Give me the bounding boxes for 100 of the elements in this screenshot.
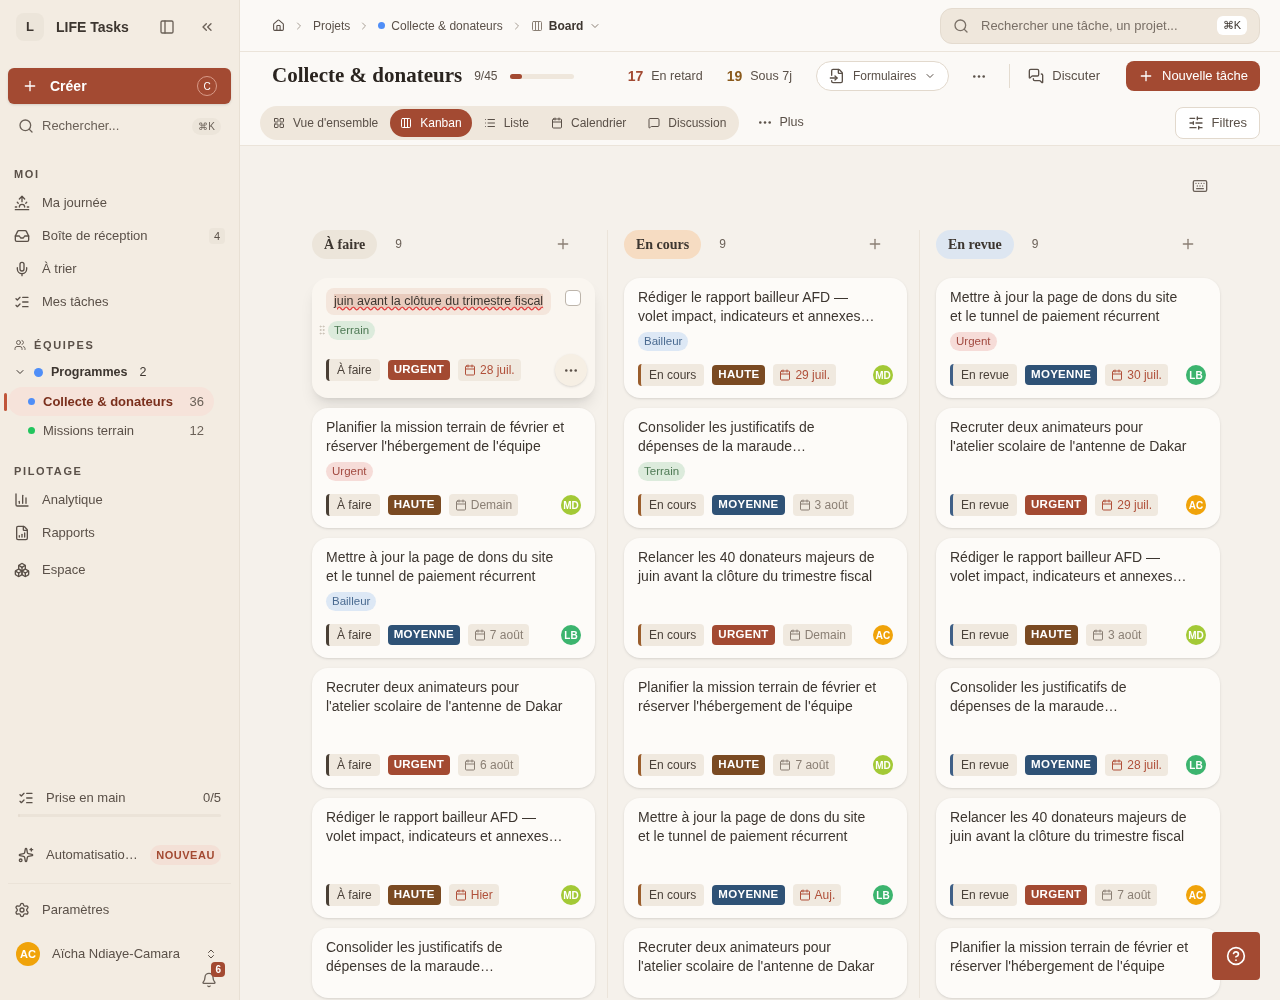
nav-item[interactable]: À trier	[8, 252, 231, 286]
nav-item[interactable]: Espace	[8, 549, 231, 590]
avatar: MD	[1186, 625, 1206, 645]
task-card[interactable]: Planifier la mission terrain de février et réserver l'hébergement de l'équipe Urgent À faire HAUTE Demain MD	[312, 408, 595, 528]
add-card-icon[interactable]	[867, 236, 883, 252]
task-card[interactable]: Planifier la mission terrain de février et réserver l'hébergement de l'équipe En cours HAUTE 7 août MD	[624, 668, 907, 788]
stat-value: 17	[627, 66, 644, 86]
view-tab[interactable]: Vue d'ensemble	[263, 108, 389, 137]
nav-icon	[14, 561, 30, 578]
more-icon[interactable]	[973, 74, 986, 78]
more-views-button[interactable]: Plus	[759, 113, 804, 132]
sidebar-search[interactable]: Rechercher... ⌘K	[8, 108, 231, 144]
priority-badge: URGENT	[387, 755, 450, 775]
task-card[interactable]: Recruter deux animateurs pour l'atelier scolaire de l'antenne de Dakar En revue URGENT 29 juil. AC	[936, 408, 1220, 528]
calendar-icon	[1111, 369, 1124, 381]
due-date: 6 août	[457, 754, 520, 776]
settings-item[interactable]: Paramètres	[8, 896, 231, 924]
task-card[interactable]: Consolider les justificatifs de dépenses de la maraude… Terrain En cours MOYENNE 3 août	[624, 408, 907, 528]
new-task-button[interactable]: Nouvelle tâche	[1126, 61, 1260, 91]
task-card[interactable]: Relancer les 40 donateurs majeurs de juin avant la clôture du trimestre fiscal En revue URGENT 7 août AC	[936, 798, 1220, 918]
status-label: En cours	[638, 754, 705, 776]
board-icon	[530, 19, 543, 32]
discuss-button[interactable]: Discuter	[1022, 61, 1106, 91]
calendar-icon	[798, 889, 811, 901]
nav-item[interactable]: Mes tâches	[8, 285, 231, 319]
title-input[interactable]: juin avant la clôture du trimestre fiscal	[326, 288, 552, 315]
task-card[interactable]: Rédiger le rapport bailleur AFD — volet impact, indicateurs et annexes… En revue HAUTE 3 août MD	[936, 538, 1220, 658]
view-tab[interactable]: Liste	[473, 108, 539, 137]
calendar-icon	[779, 759, 792, 771]
add-card-icon[interactable]	[1180, 236, 1196, 252]
task-card[interactable]: Recruter deux animateurs pour l'atelier scolaire de l'antenne de Dakar À faire URGENT 6 août	[312, 668, 595, 788]
home-icon[interactable]	[272, 19, 285, 32]
tab-icon	[648, 116, 661, 129]
automation-item[interactable]: Automatisatio… NOUVEAU	[8, 841, 231, 869]
project-item[interactable]: Missions terrain 12	[8, 416, 214, 445]
task-card[interactable]: Mettre à jour la page de dons du site et le tunnel de paiement récurrent Bailleur À faire MOYENNE 7 août LB	[312, 538, 595, 658]
status-label: En cours	[638, 494, 705, 516]
card-tag: Terrain	[328, 320, 376, 340]
status-label: En revue	[950, 494, 1018, 516]
card-tag: Terrain	[638, 462, 686, 482]
item-count: 12	[189, 421, 204, 440]
task-title: Consolider les justificatifs de dépenses de la maraude…	[950, 678, 1128, 716]
select-checkbox[interactable]	[565, 290, 581, 306]
view-tab[interactable]: Calendrier	[541, 108, 637, 137]
due-date: 7 août	[1095, 884, 1157, 906]
filters-button[interactable]: Filtres	[1174, 106, 1260, 139]
view-tab[interactable]: Discussion	[638, 108, 737, 137]
task-card[interactable]: Consolider les justificatifs de dépenses de la maraude…	[312, 928, 595, 998]
breadcrumb-item[interactable]: Board	[530, 16, 602, 35]
keyboard-icon[interactable]	[1192, 178, 1208, 194]
add-card-icon[interactable]	[555, 236, 571, 252]
task-title: Planifier la mission terrain de février et réserver l'hébergement de l'équipe	[950, 938, 1190, 976]
sidebar-toggle-icon[interactable]	[159, 19, 175, 35]
calendar-icon	[1111, 759, 1124, 771]
bell-icon[interactable]	[201, 972, 217, 988]
drag-handle-icon[interactable]	[316, 324, 328, 337]
nav-icon	[14, 492, 30, 508]
column-title: En cours	[624, 229, 702, 259]
nav-icon	[14, 261, 30, 277]
task-title: Rédiger le rapport bailleur AFD — volet impact, indicateurs et annexes…	[638, 288, 876, 326]
priority-badge: MOYENNE	[712, 885, 785, 905]
search-icon	[18, 118, 34, 134]
breadcrumb-item[interactable]: Projets	[313, 16, 351, 35]
column-count: 9	[395, 236, 403, 253]
tab-icon	[551, 116, 563, 129]
task-card[interactable]: Mettre à jour la page de dons du site et le tunnel de paiement récurrent Urgent En revue MOYENNE 30 juil. LB	[936, 278, 1220, 398]
card-tag: Bailleur	[326, 592, 377, 612]
task-title: Planifier la mission terrain de février et réserver l'hébergement de l'équipe	[638, 678, 878, 716]
due-date: 7 août	[773, 754, 835, 776]
task-card[interactable]: Mettre à jour la page de dons du site et le tunnel de paiement récurrent En cours MOYENNE Auj. LB	[624, 798, 907, 918]
avatar: MD	[561, 495, 581, 515]
task-card[interactable]: juin avant la clôture du trimestre fiscal Terrain À faire URGENT 28 juil.	[312, 278, 595, 398]
team-item[interactable]: Programmes 2	[8, 357, 231, 387]
task-title: Relancer les 40 donateurs majeurs de juin avant la clôture du trimestre fiscal	[950, 808, 1188, 846]
task-card[interactable]: Relancer les 40 donateurs majeurs de juin avant la clôture du trimestre fiscal En cours URGENT Demain AC	[624, 538, 907, 658]
help-button[interactable]	[1212, 932, 1260, 980]
task-card[interactable]: Rédiger le rapport bailleur AFD — volet impact, indicateurs et annexes… Bailleur En cours HAUTE 29 juil. MD	[624, 278, 907, 398]
task-search-field[interactable]: Rechercher une tâche, un projet... ⌘K	[940, 7, 1260, 44]
task-card[interactable]: Recruter deux animateurs pour l'atelier scolaire de l'antenne de Dakar	[624, 928, 907, 998]
onboarding-item[interactable]: Prise en main 0/5	[8, 786, 231, 810]
nav-item[interactable]: Ma journée	[8, 186, 231, 220]
project-item[interactable]: Collecte & donateurs 36	[8, 387, 214, 416]
nav-item[interactable]: Rapports	[8, 516, 231, 550]
status-label: En cours	[638, 624, 705, 646]
task-card[interactable]: Planifier la mission terrain de février et réserver l'hébergement de l'équipe	[936, 928, 1220, 998]
nav-item[interactable]: Analytique	[8, 483, 231, 517]
chat-icon	[1028, 68, 1045, 84]
view-tab[interactable]: Kanban	[390, 108, 472, 137]
column-title: En revue	[936, 229, 1014, 259]
workspace-avatar[interactable]: L	[16, 13, 44, 41]
calendar-icon	[1101, 499, 1114, 511]
forms-button[interactable]: Formulaires	[815, 61, 950, 91]
create-button[interactable]: Créer C	[8, 68, 231, 104]
workspace-name: LIFE Tasks	[56, 17, 130, 37]
task-card[interactable]: Consolider les justificatifs de dépenses de la maraude… En revue MOYENNE 28 juil. LB	[936, 668, 1220, 788]
breadcrumb-item[interactable]: Collecte & donateurs	[378, 16, 503, 35]
task-card[interactable]: Rédiger le rapport bailleur AFD — volet impact, indicateurs et annexes… À faire HAUTE Hier MD	[312, 798, 595, 918]
nav-item[interactable]: Boîte de réception 4	[8, 219, 231, 253]
due-date: 30 juil.	[1105, 364, 1168, 386]
help-icon	[1226, 946, 1246, 966]
